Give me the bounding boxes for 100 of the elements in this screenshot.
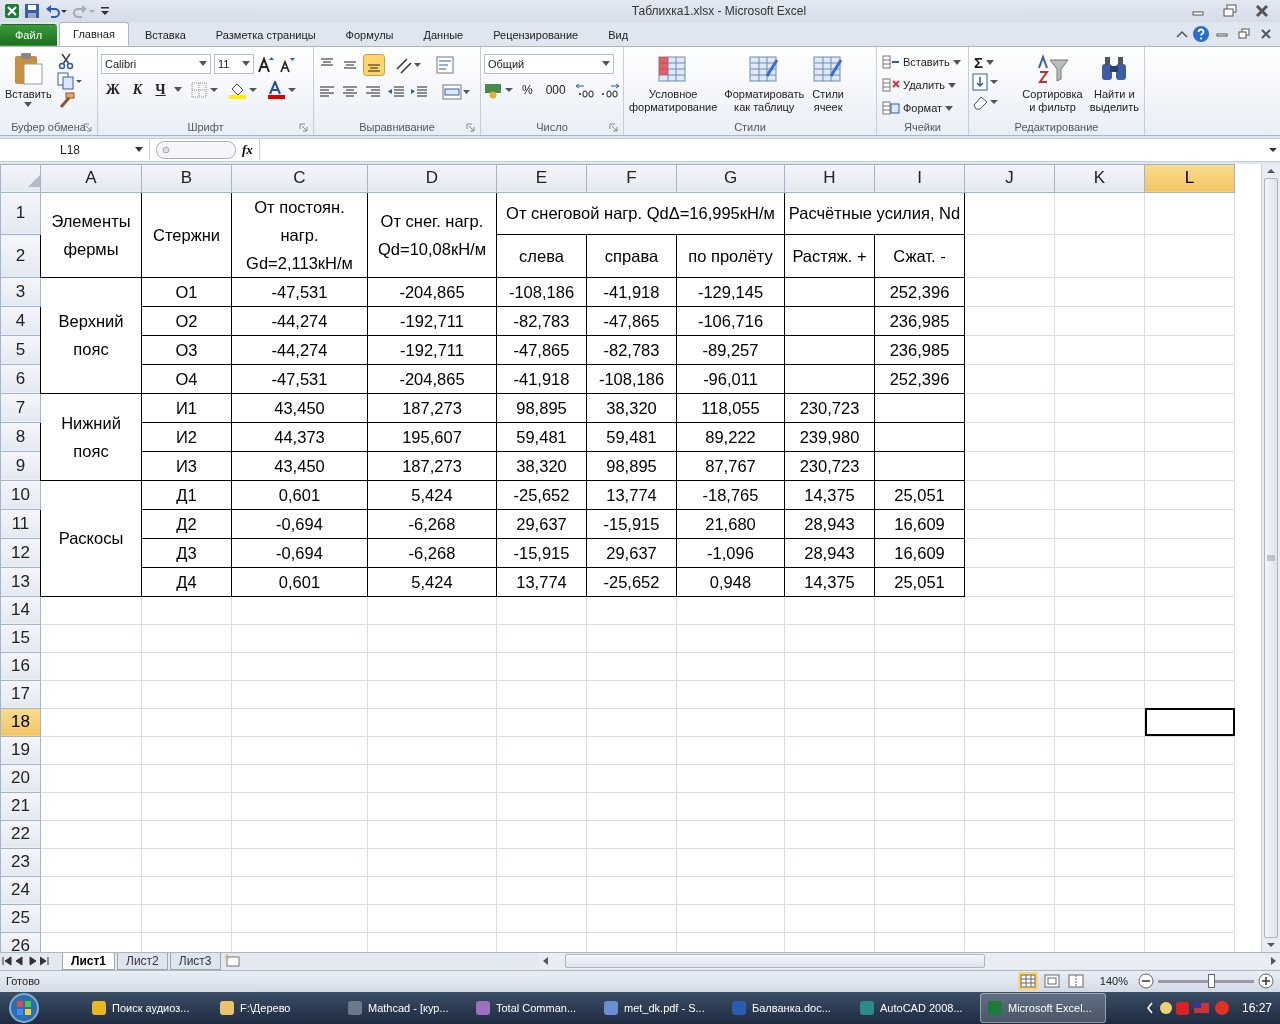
page-layout-icon[interactable] <box>1041 972 1062 991</box>
taskbar-button[interactable]: AutoCAD 2008... <box>852 992 978 1023</box>
font-size-field[interactable]: 11 <box>214 53 254 74</box>
page-break-icon[interactable] <box>1065 972 1086 991</box>
normal-view-icon[interactable] <box>1017 972 1038 991</box>
column-header[interactable]: A <box>40 164 142 193</box>
help-icon[interactable] <box>1192 24 1210 43</box>
delete-cells-button[interactable]: Удалить <box>880 74 958 96</box>
horizontal-scrollbar[interactable] <box>538 953 1280 970</box>
row-header[interactable]: 11 <box>0 509 41 539</box>
column-header[interactable]: C <box>231 164 368 193</box>
font-family-field[interactable]: Calibri <box>101 53 211 74</box>
row-header[interactable]: 6 <box>0 364 41 394</box>
caret-icon[interactable] <box>173 87 182 93</box>
sheet-tab[interactable]: Лист1 <box>62 952 116 970</box>
row-header[interactable]: 14 <box>0 596 41 625</box>
sheet-tab[interactable]: Лист3 <box>169 952 221 970</box>
row-header[interactable]: 12 <box>0 538 41 568</box>
ribbon-tab[interactable]: Вставка <box>130 23 200 46</box>
ribbon-tab[interactable]: Формулы <box>331 23 408 46</box>
format-cells-button[interactable]: Формат <box>880 97 956 119</box>
number-format-field[interactable]: Общий <box>484 53 614 74</box>
row-header[interactable]: 13 <box>0 567 41 597</box>
dialog-launcher-icon[interactable] <box>466 122 475 132</box>
taskbar-button[interactable]: Microsoft Excel... <box>980 992 1106 1023</box>
underline-button[interactable]: Ч <box>150 79 171 100</box>
row-header[interactable]: 25 <box>0 904 41 933</box>
ribbon-tab[interactable]: Файл <box>0 23 58 46</box>
undo-icon[interactable] <box>44 2 68 19</box>
row-header[interactable]: 26 <box>0 932 41 952</box>
column-header[interactable]: L <box>1144 164 1235 193</box>
row-header[interactable]: 20 <box>0 764 41 793</box>
row-header[interactable]: 18 <box>0 708 41 737</box>
taskbar-button[interactable]: Mathcad - [кур... <box>340 992 466 1023</box>
row-header[interactable]: 16 <box>0 652 41 681</box>
zoom-level[interactable]: 140% <box>1099 975 1128 988</box>
row-header[interactable]: 23 <box>0 848 41 877</box>
row-header[interactable]: 17 <box>0 680 41 709</box>
zoom-in-icon[interactable] <box>1258 973 1274 990</box>
scissors-icon[interactable] <box>56 51 75 70</box>
row-header[interactable]: 24 <box>0 876 41 905</box>
taskbar-button[interactable]: Поиск аудиоз... <box>84 992 210 1023</box>
sheet-tab[interactable]: Лист2 <box>117 952 168 970</box>
insert-function-button[interactable]: fx <box>236 139 260 161</box>
column-header[interactable]: F <box>586 164 677 193</box>
row-header[interactable]: 3 <box>0 277 41 307</box>
name-box[interactable]: L18 <box>0 139 150 161</box>
dialog-launcher-icon[interactable] <box>609 122 618 132</box>
row-header[interactable]: 9 <box>0 451 41 481</box>
column-header[interactable]: K <box>1054 164 1145 193</box>
taskbar-button[interactable]: met_dk.pdf - S... <box>596 992 722 1023</box>
italic-button[interactable]: К <box>127 79 148 100</box>
row-header[interactable]: 19 <box>0 736 41 765</box>
column-header[interactable]: H <box>784 164 875 193</box>
autosum-button[interactable]: Σ <box>972 51 996 73</box>
bold-button[interactable]: Ж <box>101 79 125 100</box>
column-header[interactable]: D <box>367 164 497 193</box>
thousands-button[interactable]: 000 <box>540 79 571 100</box>
save-icon[interactable] <box>24 2 40 19</box>
font-color-icon[interactable] <box>266 80 297 99</box>
row-header[interactable]: 15 <box>0 624 41 653</box>
row-header[interactable]: 7 <box>0 393 41 423</box>
sort-filter-button[interactable]: Сортировка и фильтр <box>1020 49 1085 116</box>
column-header[interactable]: J <box>964 164 1055 193</box>
column-header[interactable]: G <box>676 164 785 193</box>
borders-icon[interactable] <box>190 81 219 98</box>
row-header[interactable]: 4 <box>0 306 41 336</box>
ribbon-tab[interactable]: Главная <box>59 21 129 46</box>
column-header[interactable]: E <box>496 164 587 193</box>
insert-cells-button[interactable]: Вставить <box>880 51 963 73</box>
align-bottom-icon[interactable] <box>363 53 385 76</box>
zoom-slider[interactable] <box>1207 973 1215 988</box>
row-header[interactable]: 22 <box>0 820 41 849</box>
taskbar-button[interactable]: F:\Дерево <box>212 992 338 1023</box>
copy-icon[interactable] <box>56 71 83 90</box>
row-header[interactable]: 10 <box>0 480 41 510</box>
increase-font-icon[interactable] <box>257 54 275 73</box>
vertical-scrollbar[interactable] <box>1261 163 1280 952</box>
column-header[interactable]: B <box>141 164 232 193</box>
taskbar-button[interactable]: Total Comman... <box>468 992 594 1023</box>
zoom-out-icon[interactable] <box>1138 973 1154 990</box>
cell-styles-button[interactable]: Стили ячеек <box>809 49 848 116</box>
conditional-formatting-button[interactable]: Условное форматирование <box>627 49 720 116</box>
ribbon-tab[interactable]: Данные <box>409 23 478 46</box>
row-header[interactable]: 2 <box>0 234 41 278</box>
fill-down-icon[interactable] <box>972 72 998 91</box>
tray-icons-drawing[interactable] <box>1145 998 1232 1017</box>
ribbon-tab[interactable]: Разметка страницы <box>201 23 330 46</box>
find-select-button[interactable]: Найти и выделить <box>1087 49 1141 116</box>
paste-button[interactable]: Вставить <box>3 49 54 109</box>
active-cell[interactable] <box>1144 708 1235 737</box>
row-header[interactable]: 8 <box>0 422 41 452</box>
format-as-table-button[interactable]: Форматировать как таблицу <box>722 49 807 116</box>
row-header[interactable]: 5 <box>0 335 41 365</box>
ribbon-tab[interactable]: Рецензирование <box>479 23 593 46</box>
ribbon-tab[interactable]: Вид <box>594 23 643 46</box>
percent-button[interactable]: % <box>517 79 538 100</box>
row-header[interactable]: 1 <box>0 192 41 235</box>
taskbar-button[interactable]: Балванка.doc... <box>724 992 850 1023</box>
row-header[interactable]: 21 <box>0 792 41 821</box>
